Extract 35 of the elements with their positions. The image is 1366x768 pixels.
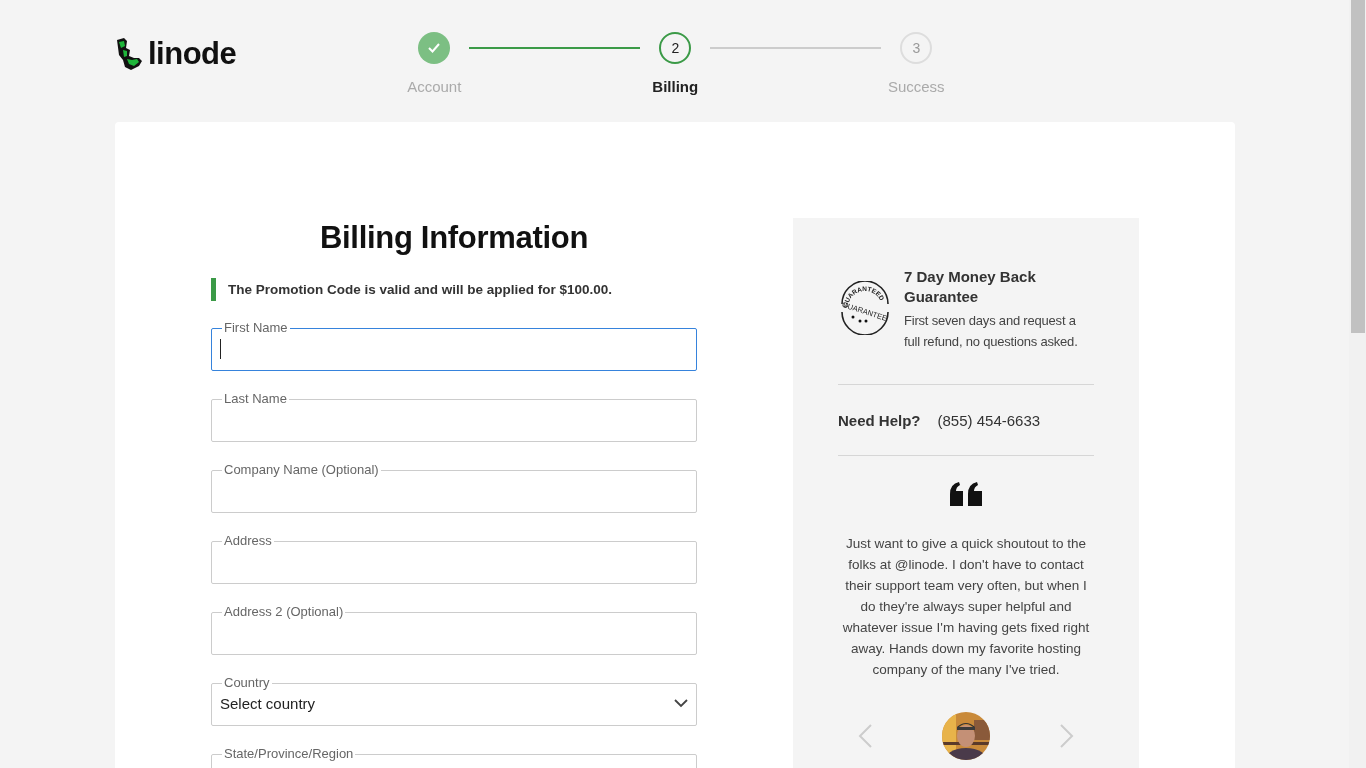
text-cursor — [220, 338, 221, 359]
chevron-down-icon — [674, 699, 688, 708]
page-heading: Billing Information — [319, 220, 589, 256]
step-label: Billing — [652, 78, 699, 95]
next-button[interactable] — [1060, 724, 1074, 748]
field-label: First Name — [223, 323, 289, 333]
step-label: Account — [407, 78, 462, 95]
phone-number: (855) 454-6633 — [937, 412, 1041, 429]
input-field[interactable]: Address — [211, 536, 697, 584]
promo-notice: The Promotion Code is valid and will be applied for $100.00. — [211, 278, 613, 301]
field-label: Company Name (Optional) — [223, 465, 380, 475]
step-number: 2 — [659, 32, 692, 64]
country-dropdown[interactable]: Country Select country — [211, 678, 697, 726]
quote-icon — [950, 482, 982, 506]
field-label: Address — [223, 536, 273, 546]
scrollbar-thumb[interactable] — [1350, 0, 1365, 333]
input-field[interactable]: State/Province/Region — [211, 749, 697, 768]
input-field[interactable]: Address 2 (Optional) — [211, 607, 697, 655]
input-field[interactable]: Company Name (Optional) — [211, 465, 697, 513]
previous-button[interactable] — [858, 724, 872, 748]
guarantee-text: First seven days and request a full refund, no questions asked. — [904, 312, 1079, 351]
input-field[interactable]: First Name — [211, 323, 697, 371]
step-number: 3 — [900, 32, 933, 64]
field-label: Country — [223, 678, 271, 688]
logo-text: linode — [148, 36, 237, 72]
help-label: Need Help? — [838, 412, 921, 429]
input-field[interactable]: Last Name — [211, 394, 697, 442]
field-label: Address 2 (Optional) — [223, 607, 345, 617]
guarantee-title: 7 Day Money Back Guarantee — [904, 267, 1037, 307]
logo-cubes-icon — [115, 38, 143, 70]
step-label: Success — [887, 78, 945, 95]
field-label: Last Name — [223, 394, 288, 404]
testimonial-quote: Just want to give a quick shoutout to the folks at @linode. I don't have to contact their support team very often, but when I do they're always super helpful and whatever issue I'm having gets fixed right away. Hands down my favorite hosting company of the many I've tried. — [842, 535, 1090, 679]
select-value: Select country — [220, 695, 317, 712]
field-label: State/Province/Region — [223, 749, 355, 759]
